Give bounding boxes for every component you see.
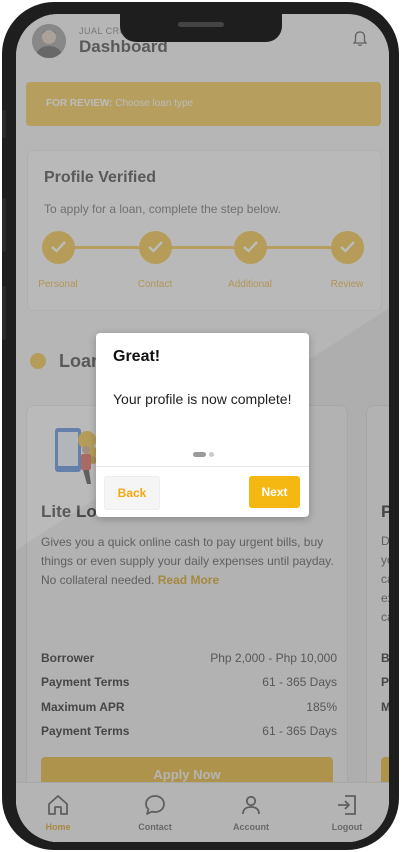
- phone-notch: [120, 14, 282, 42]
- phone-side-button: [2, 110, 6, 138]
- pagination-dot-active: [193, 452, 206, 458]
- pagination-dots: [193, 446, 217, 464]
- next-button-label: Next: [261, 485, 288, 499]
- app-screen: JUAL CRUZ Dashboard FOR REVIEW: Choose l…: [16, 14, 389, 842]
- phone-side-button: [2, 198, 6, 252]
- phone-side-button: [2, 286, 6, 340]
- speaker-grille: [178, 22, 224, 27]
- back-button-label: Back: [117, 486, 147, 500]
- next-button[interactable]: Next: [249, 476, 300, 508]
- pagination-dot: [209, 452, 214, 458]
- dialog-message: Your profile is now complete!: [113, 391, 292, 407]
- back-button[interactable]: Back: [104, 476, 160, 510]
- profile-complete-dialog: Great! Your profile is now complete! Bac…: [96, 333, 309, 517]
- dialog-divider: [96, 466, 309, 467]
- phone-frame: JUAL CRUZ Dashboard FOR REVIEW: Choose l…: [2, 2, 399, 850]
- dialog-title: Great!: [113, 348, 161, 365]
